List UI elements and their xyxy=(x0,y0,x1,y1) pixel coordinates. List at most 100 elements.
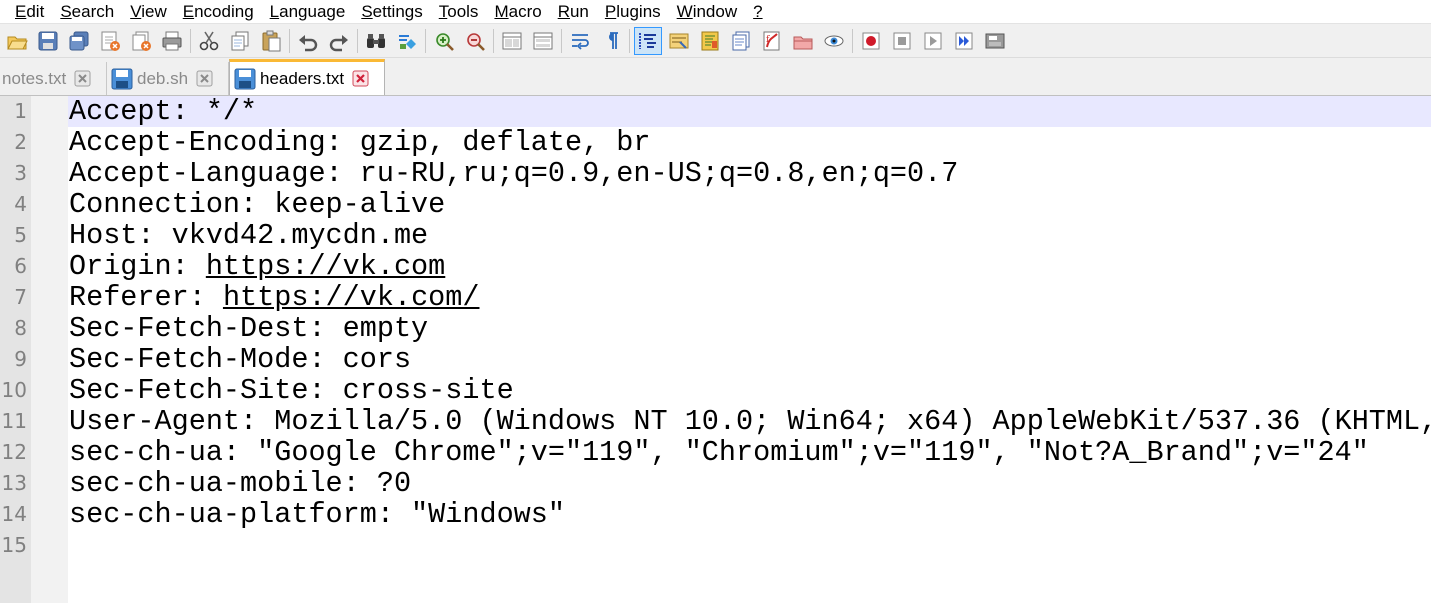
save-all-icon[interactable] xyxy=(65,27,93,55)
sync-vertical-icon[interactable] xyxy=(498,27,526,55)
editor-line[interactable]: 11 User-Agent: Mozilla/5.0 (Windows NT 10… xyxy=(0,406,1431,437)
cut-icon[interactable] xyxy=(195,27,223,55)
editor-line[interactable]: 10 Sec-Fetch-Site: cross-site xyxy=(0,375,1431,406)
saved-file-icon xyxy=(111,68,133,90)
tab-deb-sh[interactable]: deb.sh xyxy=(107,62,229,95)
word-wrap-icon[interactable] xyxy=(566,27,594,55)
line-number: 11 xyxy=(1,409,27,433)
folder-workspace-icon[interactable]: f xyxy=(758,27,786,55)
line-text-plain: Connection: keep-alive xyxy=(69,188,446,221)
line-text-plain: Accept-Encoding: gzip, deflate, br xyxy=(69,126,651,159)
stop-macro-icon[interactable] xyxy=(888,27,916,55)
tab-bar: notes.txt deb.sh headers.txt xyxy=(0,58,1431,96)
find-icon[interactable] xyxy=(362,27,390,55)
show-all-chars-icon[interactable] xyxy=(597,27,625,55)
redo-icon[interactable] xyxy=(325,27,353,55)
doc-map-icon[interactable] xyxy=(696,27,724,55)
url-link[interactable]: https://vk.com/ xyxy=(223,281,480,314)
doc-switcher-icon[interactable] xyxy=(789,27,817,55)
function-list-icon[interactable] xyxy=(727,27,755,55)
save-macro-icon[interactable] xyxy=(981,27,1009,55)
menu-encoding[interactable]: Encoding xyxy=(173,1,260,23)
print-icon[interactable] xyxy=(158,27,186,55)
user-language-icon[interactable] xyxy=(665,27,693,55)
editor-line[interactable]: 12 sec-ch-ua: "Google Chrome";v="119", "C… xyxy=(0,437,1431,468)
tab-notes-txt[interactable]: notes.txt xyxy=(0,62,107,95)
line-text-plain: Sec-Fetch-Dest: empty xyxy=(69,312,429,345)
monitoring-icon[interactable] xyxy=(820,27,848,55)
menu-mnemonic: E xyxy=(15,1,27,21)
sync-horizontal-icon[interactable] xyxy=(529,27,557,55)
line-text: Sec-Fetch-Site: cross-site xyxy=(69,375,514,406)
line-number: 9 xyxy=(14,347,27,371)
editor-lines: 1 Accept: */* 2 Accept-Encoding: gzip, defl… xyxy=(0,96,1431,561)
toolbar-separator xyxy=(493,28,494,53)
menu-search[interactable]: Search xyxy=(50,1,120,23)
zoom-in-icon[interactable] xyxy=(430,27,458,55)
line-number: 2 xyxy=(14,130,27,154)
menu-help[interactable]: ? xyxy=(743,1,768,23)
save-icon[interactable] xyxy=(34,27,62,55)
menu-settings[interactable]: Settings xyxy=(351,1,428,23)
toolbar-separator xyxy=(629,28,630,53)
editor-line[interactable]: 6 Origin: https://vk.com xyxy=(0,251,1431,282)
record-macro-icon[interactable] xyxy=(857,27,885,55)
menu-edit[interactable]: Edit xyxy=(0,1,50,23)
editor-line[interactable]: 7 Referer: https://vk.com/ xyxy=(0,282,1431,313)
toolbar-separator xyxy=(561,28,562,53)
menu-mnemonic: E xyxy=(182,1,195,21)
run-macro-multiple-icon[interactable] xyxy=(950,27,978,55)
menu-run[interactable]: Run xyxy=(548,1,595,23)
menu-language[interactable]: Language xyxy=(260,1,352,23)
tab-label: deb.sh xyxy=(137,68,189,88)
tab-close-icon[interactable] xyxy=(74,70,91,87)
close-icon[interactable] xyxy=(96,27,124,55)
open-file-icon[interactable] xyxy=(3,27,31,55)
line-number: 4 xyxy=(14,192,27,216)
url-link[interactable]: https://vk.com xyxy=(206,250,445,283)
menu-view[interactable]: View xyxy=(120,1,173,23)
undo-icon[interactable] xyxy=(294,27,322,55)
tab-close-icon[interactable] xyxy=(196,70,213,87)
editor-line[interactable]: 14 sec-ch-ua-platform: "Windows" xyxy=(0,499,1431,530)
tab-label: notes.txt xyxy=(2,68,67,88)
menu-label: un xyxy=(569,1,589,21)
menu-plugins[interactable]: Plugins xyxy=(595,1,667,23)
play-macro-icon[interactable] xyxy=(919,27,947,55)
editor-line[interactable]: 8 Sec-Fetch-Dest: empty xyxy=(0,313,1431,344)
line-text: Accept-Encoding: gzip, deflate, br xyxy=(69,127,651,158)
toolbar-separator xyxy=(190,28,191,53)
menu-label: anguage xyxy=(279,1,346,21)
menu-label: ools xyxy=(447,1,479,21)
tab-close-icon[interactable] xyxy=(352,70,369,87)
text-editor[interactable]: 1 Accept: */* 2 Accept-Encoding: gzip, defl… xyxy=(0,96,1431,603)
zoom-out-icon[interactable] xyxy=(461,27,489,55)
editor-line[interactable]: 1 Accept: */* xyxy=(0,96,1431,127)
editor-line[interactable]: 4 Connection: keep-alive xyxy=(0,189,1431,220)
line-text-plain: sec-ch-ua: "Google Chrome";v="119", "Chr… xyxy=(69,436,1369,469)
line-text-plain: Referer: xyxy=(69,281,223,314)
editor-line[interactable]: 9 Sec-Fetch-Mode: cors xyxy=(0,344,1431,375)
line-number: 8 xyxy=(14,316,27,340)
editor-line[interactable]: 15 xyxy=(0,530,1431,561)
menu-label: dit xyxy=(26,1,45,21)
copy-icon[interactable] xyxy=(226,27,254,55)
menu-window[interactable]: Window xyxy=(667,1,743,23)
editor-line[interactable]: 2 Accept-Encoding: gzip, deflate, br xyxy=(0,127,1431,158)
saved-file-icon xyxy=(234,68,256,90)
close-all-icon[interactable] xyxy=(127,27,155,55)
menu-macro[interactable]: Macro xyxy=(484,1,547,23)
line-text-plain: Sec-Fetch-Mode: cors xyxy=(69,343,412,376)
menu-label: acro xyxy=(508,1,542,21)
toolbar-separator xyxy=(289,28,290,53)
indent-guide-icon[interactable] xyxy=(634,26,662,55)
menu-mnemonic: R xyxy=(557,1,570,21)
paste-icon[interactable] xyxy=(257,27,285,55)
menu-tools[interactable]: Tools xyxy=(429,1,485,23)
tab-headers-txt[interactable]: headers.txt xyxy=(229,59,385,95)
replace-icon[interactable] xyxy=(393,27,421,55)
editor-line[interactable]: 13 sec-ch-ua-mobile: ?0 xyxy=(0,468,1431,499)
menu-label: iew xyxy=(141,1,167,21)
editor-line[interactable]: 3 Accept-Language: ru-RU,ru;q=0.9,en-US;q… xyxy=(0,158,1431,189)
editor-line[interactable]: 5 Host: vkvd42.mycdn.me xyxy=(0,220,1431,251)
